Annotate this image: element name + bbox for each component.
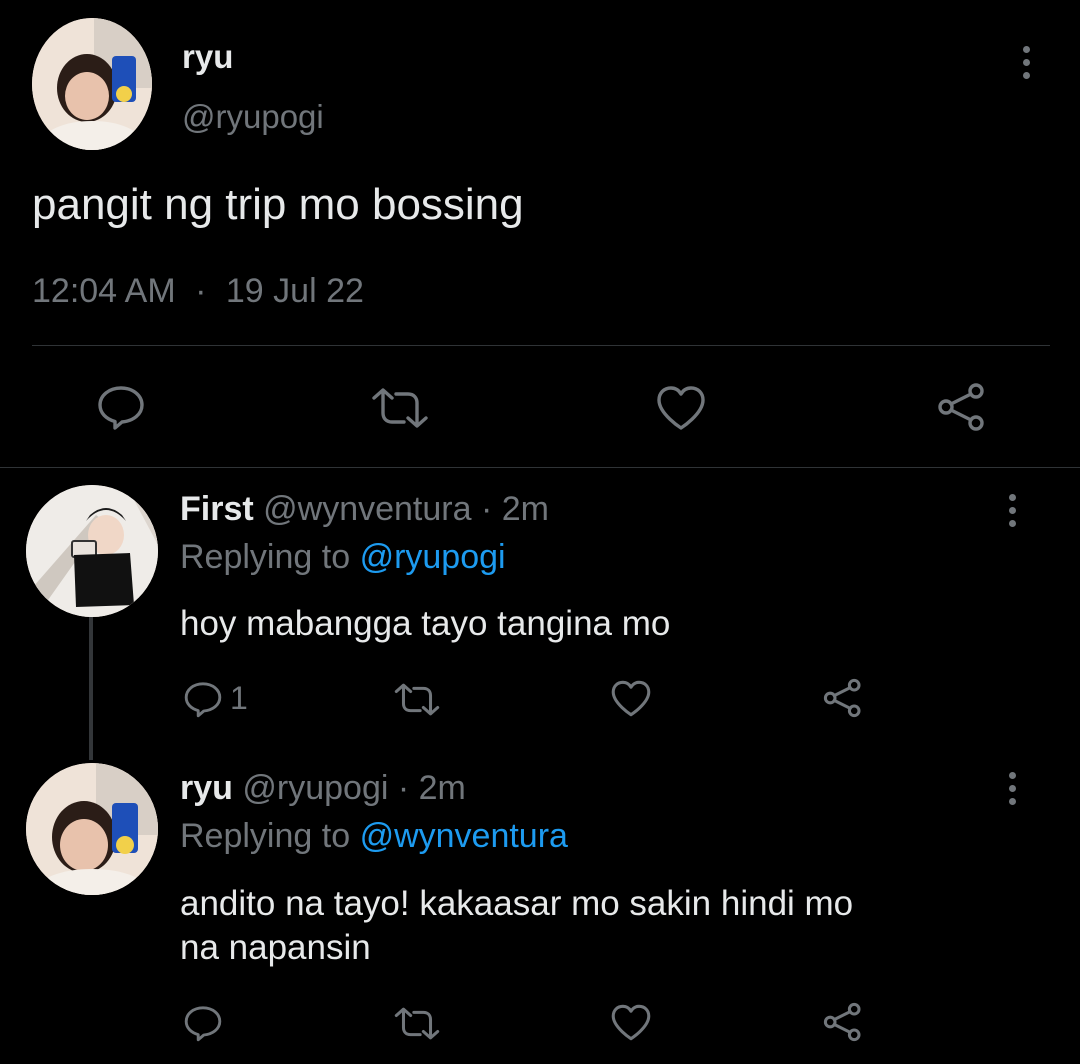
reply1-reply-count: 1 xyxy=(230,680,248,716)
reply2-comment-icon[interactable] xyxy=(183,1004,223,1042)
reply2-text: andito na tayo! kakaasar mo sakin hindi … xyxy=(180,882,853,970)
reply1-replying-to-link[interactable]: @ryupogi xyxy=(360,538,506,576)
reply1-header: First @wynventura · 2m xyxy=(180,490,549,529)
main-divider xyxy=(32,345,1050,346)
avatar-first[interactable] xyxy=(26,485,158,617)
section-divider xyxy=(0,467,1080,468)
main-time[interactable]: 12:04 AM xyxy=(32,272,176,310)
reply1-handle[interactable]: @wynventura xyxy=(263,490,471,528)
main-more-icon[interactable] xyxy=(1020,46,1032,79)
main-comment-icon[interactable] xyxy=(96,384,146,430)
main-timestamp: 12:04 AM · 19 Jul 22 xyxy=(32,272,364,311)
reply2-handle[interactable]: @ryupogi xyxy=(242,769,388,807)
reply1-dot: · xyxy=(480,490,493,528)
reply1-replying: Replying to @ryupogi xyxy=(180,538,506,577)
reply2-share-icon[interactable] xyxy=(822,1002,864,1042)
reply1-replying-prefix: Replying to xyxy=(180,538,351,576)
reply2-more-icon[interactable] xyxy=(1006,772,1018,805)
reply1-retweet-icon[interactable] xyxy=(393,682,441,717)
main-display-name[interactable]: ryu xyxy=(182,38,233,76)
reply1-text: hoy mabangga tayo tangina mo xyxy=(180,604,671,643)
main-handle[interactable]: @ryupogi xyxy=(182,98,324,136)
reply2-like-icon[interactable] xyxy=(610,1003,652,1042)
main-like-icon[interactable] xyxy=(655,384,707,432)
reply2-replying: Replying to @wynventura xyxy=(180,817,568,856)
reply2-display-name[interactable]: ryu xyxy=(180,769,233,807)
reply2-dot: · xyxy=(397,769,410,807)
main-share-icon[interactable] xyxy=(936,382,988,432)
main-date[interactable]: 19 Jul 22 xyxy=(226,272,364,310)
reply2-text-line2: na napansin xyxy=(180,928,371,967)
reply2-text-line1: andito na tayo! kakaasar mo sakin hindi … xyxy=(180,884,854,923)
reply1-age: 2m xyxy=(501,490,549,528)
reply2-retweet-icon[interactable] xyxy=(393,1006,441,1041)
reply1-share-icon[interactable] xyxy=(822,678,864,718)
main-tweet-text: pangit ng trip mo bossing xyxy=(32,180,524,229)
reply1-like-icon[interactable] xyxy=(610,679,652,718)
reply-thread-line xyxy=(89,617,93,760)
reply1-display-name[interactable]: First xyxy=(180,490,254,528)
reply2-header: ryu @ryupogi · 2m xyxy=(180,769,466,808)
avatar-ryu-reply[interactable] xyxy=(26,763,158,895)
main-separator: · xyxy=(195,272,207,310)
reply2-replying-to-link[interactable]: @wynventura xyxy=(360,817,568,855)
reply1-comment-icon[interactable] xyxy=(183,680,223,718)
main-retweet-icon[interactable] xyxy=(370,386,430,430)
avatar-ryu[interactable] xyxy=(32,18,152,150)
reply2-age: 2m xyxy=(418,769,466,807)
reply1-more-icon[interactable] xyxy=(1006,494,1018,527)
reply2-replying-prefix: Replying to xyxy=(180,817,351,855)
